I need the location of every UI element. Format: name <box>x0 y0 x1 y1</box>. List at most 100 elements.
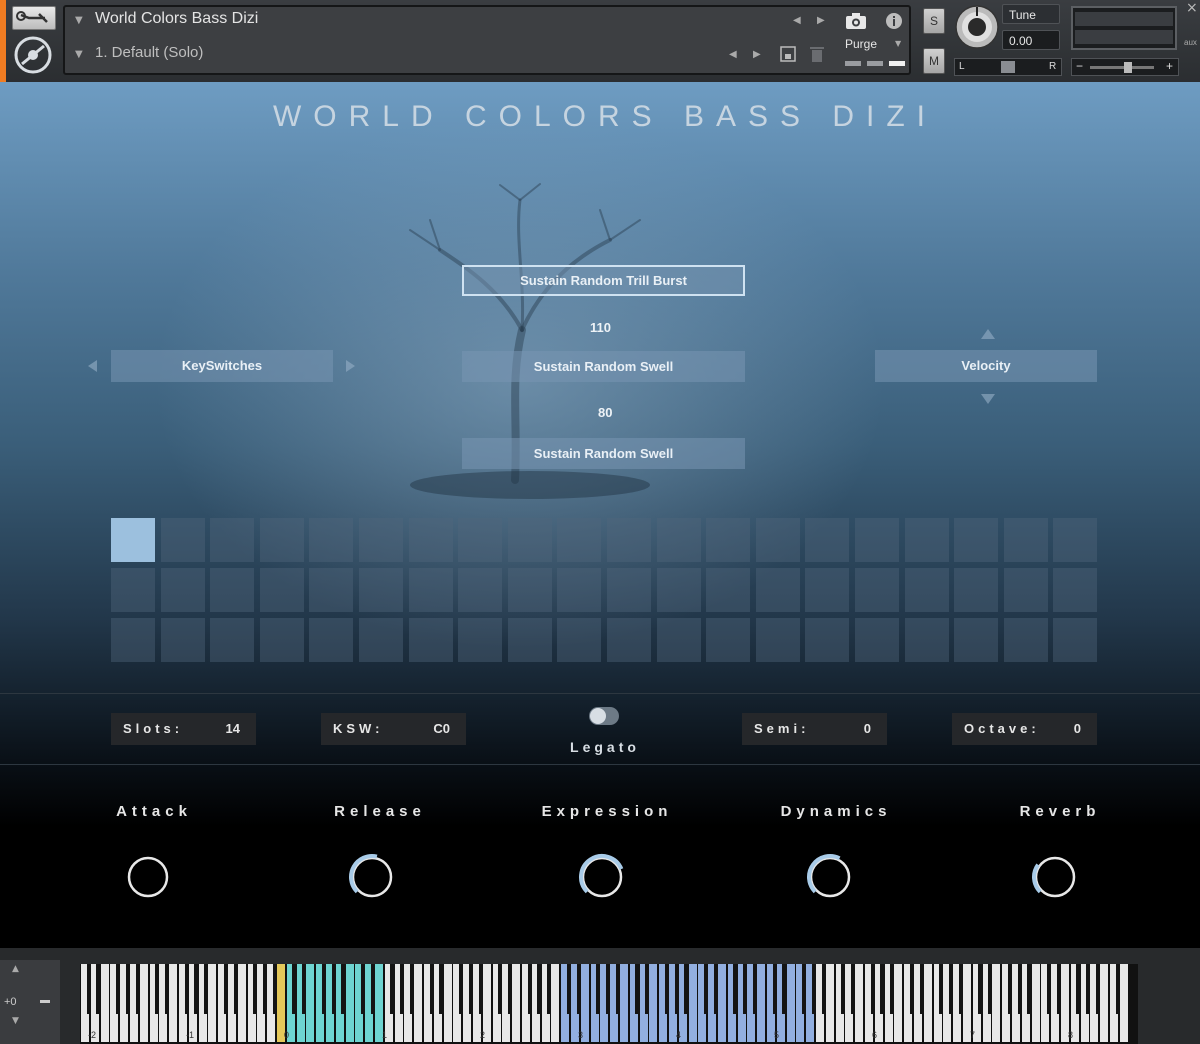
grid-slot[interactable] <box>210 618 255 662</box>
grid-slot[interactable] <box>1053 618 1098 662</box>
grid-slot[interactable] <box>805 518 850 562</box>
white-key[interactable] <box>620 964 628 1042</box>
white-key[interactable] <box>894 964 903 1042</box>
grid-slot[interactable] <box>458 568 503 612</box>
white-key[interactable] <box>237 964 246 1042</box>
semi-value[interactable]: 0 <box>864 721 871 736</box>
close-icon[interactable]: × <box>1186 0 1198 16</box>
purge-arrow-icon[interactable]: ▼ <box>895 39 901 48</box>
white-key[interactable] <box>100 964 109 1042</box>
octave-value[interactable]: 0 <box>1074 721 1081 736</box>
slots-value[interactable]: 14 <box>226 721 240 736</box>
ksw-value[interactable]: C0 <box>433 721 450 736</box>
next-preset-icon[interactable]: ▶ <box>753 49 761 60</box>
grid-slot[interactable] <box>607 618 651 662</box>
purge-button[interactable]: Purge <box>845 37 877 51</box>
grid-slot[interactable] <box>755 618 800 662</box>
attack-knob[interactable] <box>124 853 172 901</box>
articulation-slot-2[interactable]: Sustain Random Swell <box>462 351 745 382</box>
grid-slot[interactable] <box>656 568 701 612</box>
aux-label[interactable]: aux <box>1184 38 1197 47</box>
grid-slot[interactable] <box>507 518 552 562</box>
white-key[interactable] <box>757 964 766 1042</box>
articulation-slot-1[interactable]: Sustain Random Trill Burst <box>462 265 745 296</box>
grid-slot[interactable] <box>210 568 255 612</box>
keyswitch-mode-selector[interactable]: KeySwitches <box>111 350 333 382</box>
grid-slot[interactable] <box>1003 518 1048 562</box>
white-key[interactable] <box>139 964 148 1042</box>
transpose-down-icon[interactable]: ▼ <box>12 1016 19 1026</box>
grid-slot[interactable] <box>954 568 999 612</box>
grid-slot[interactable] <box>855 568 899 612</box>
grid-slot[interactable] <box>1053 568 1098 612</box>
grid-slot[interactable] <box>458 518 503 562</box>
instrument-name[interactable]: World Colors Bass Dizi <box>95 10 258 28</box>
white-key[interactable] <box>512 964 521 1042</box>
solo-button[interactable]: S <box>923 8 945 34</box>
transpose-up-icon[interactable]: ▲ <box>12 964 19 974</box>
wrench-icon[interactable] <box>12 6 56 30</box>
pan-slider[interactable]: L R <box>954 58 1062 76</box>
white-key[interactable] <box>786 964 795 1042</box>
info-icon[interactable] <box>885 12 903 34</box>
grid-slot[interactable] <box>458 618 503 662</box>
grid-slot[interactable] <box>1003 568 1048 612</box>
octave-field[interactable]: Octave: 0 <box>952 713 1097 745</box>
ksw-field[interactable]: KSW: C0 <box>321 713 466 745</box>
white-key[interactable] <box>345 964 354 1042</box>
grid-slot[interactable] <box>111 618 155 662</box>
grid-slot[interactable] <box>160 568 205 612</box>
preset-menu-arrow-icon[interactable]: ▼ <box>75 49 83 60</box>
volume-plus-icon[interactable]: + <box>1166 59 1173 73</box>
grid-slot[interactable] <box>706 618 751 662</box>
grid-slot[interactable] <box>408 568 453 612</box>
grid-slot[interactable] <box>656 518 701 562</box>
expression-knob[interactable] <box>578 853 626 901</box>
grid-slot[interactable] <box>160 518 205 562</box>
velocity-mode-selector[interactable]: Velocity <box>875 350 1097 382</box>
mute-button[interactable]: M <box>923 48 945 74</box>
grid-slot[interactable] <box>259 618 304 662</box>
velocity-down-arrow-icon[interactable] <box>981 394 995 404</box>
grid-slot[interactable] <box>557 568 602 612</box>
piano-keyboard[interactable] <box>80 964 1138 1044</box>
grid-slot[interactable] <box>706 568 751 612</box>
prev-preset-icon[interactable]: ◀ <box>729 49 737 60</box>
grid-slot[interactable] <box>507 618 552 662</box>
volume-slider[interactable]: − + <box>1071 58 1179 76</box>
white-key[interactable] <box>718 964 726 1042</box>
white-key[interactable] <box>443 964 452 1042</box>
preset-name[interactable]: 1. Default (Solo) <box>95 44 203 61</box>
white-key[interactable] <box>306 964 315 1042</box>
keyswitch-prev-arrow-icon[interactable] <box>88 360 97 372</box>
white-key[interactable] <box>208 964 217 1042</box>
next-instrument-icon[interactable]: ▶ <box>817 15 825 26</box>
velocity-split-2[interactable]: 80 <box>598 405 612 420</box>
grid-slot[interactable] <box>111 568 155 612</box>
grid-slot[interactable] <box>1053 518 1098 562</box>
grid-slot[interactable] <box>755 518 800 562</box>
volume-handle[interactable] <box>1124 62 1132 73</box>
camera-icon[interactable] <box>845 12 867 34</box>
white-key[interactable] <box>825 964 834 1042</box>
white-key[interactable] <box>169 964 178 1042</box>
pitch-wheel-icon[interactable] <box>40 1000 50 1003</box>
grid-slot[interactable] <box>607 518 651 562</box>
grid-slot[interactable] <box>309 518 354 562</box>
white-key[interactable] <box>414 964 423 1042</box>
save-icon[interactable] <box>779 45 797 67</box>
white-key[interactable] <box>923 964 932 1042</box>
grid-slot[interactable] <box>359 618 403 662</box>
instrument-menu-arrow-icon[interactable]: ▼ <box>75 15 83 26</box>
grid-slot[interactable] <box>359 568 403 612</box>
grid-slot[interactable] <box>904 618 949 662</box>
grid-slot[interactable] <box>805 618 850 662</box>
slots-field[interactable]: Slots: 14 <box>111 713 256 745</box>
white-key[interactable] <box>1031 964 1040 1042</box>
grid-slot[interactable] <box>557 618 602 662</box>
keyswitch-next-arrow-icon[interactable] <box>346 360 355 372</box>
white-key[interactable] <box>1119 964 1128 1042</box>
grid-slot[interactable] <box>656 618 701 662</box>
velocity-up-arrow-icon[interactable] <box>981 329 995 339</box>
grid-slot[interactable] <box>557 518 602 562</box>
